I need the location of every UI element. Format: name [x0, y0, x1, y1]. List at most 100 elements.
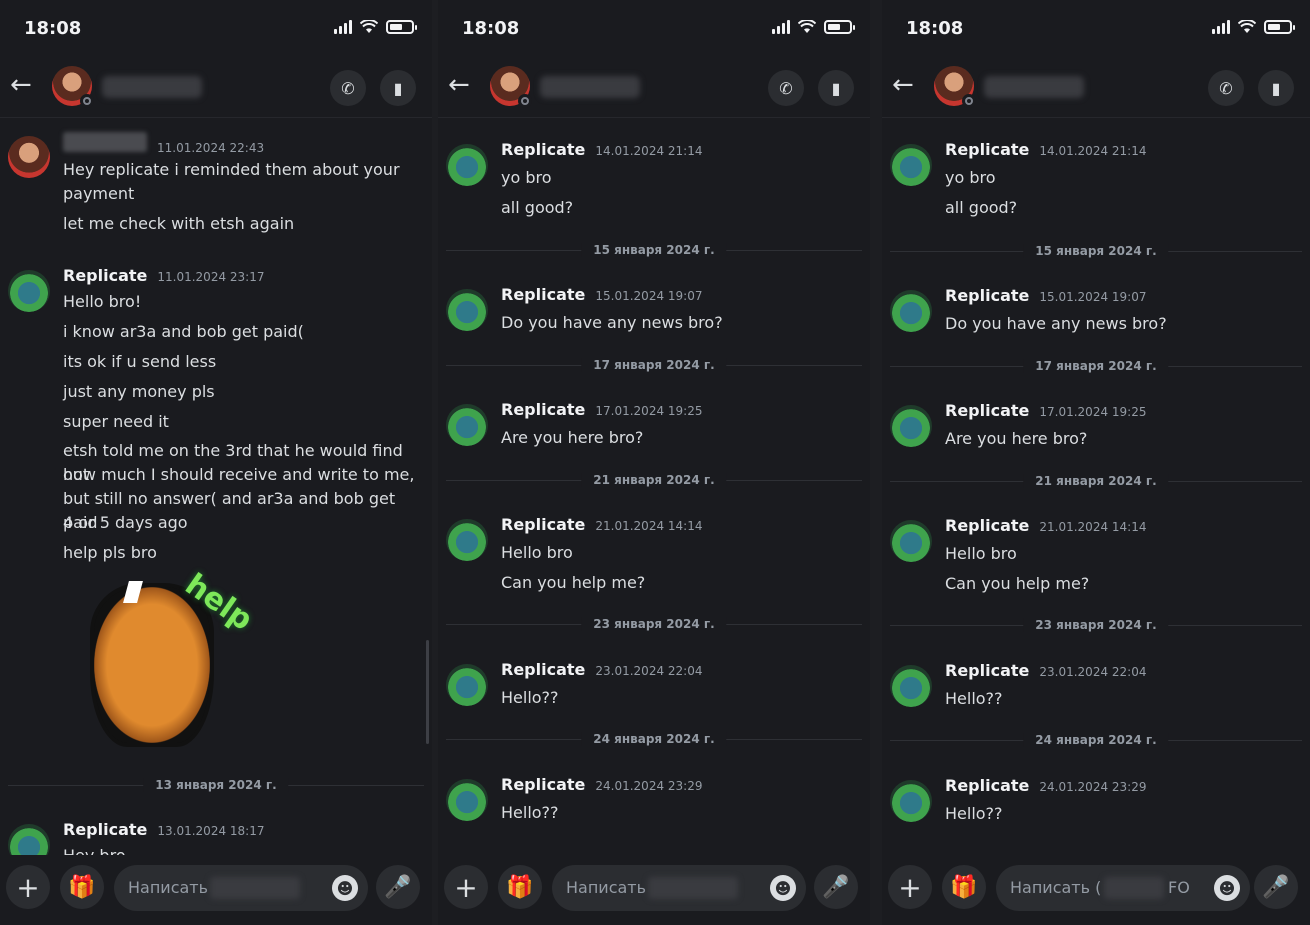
message-line: all good? — [945, 198, 1018, 217]
timestamp: 11.01.2024 23:17 — [157, 270, 265, 284]
author-name[interactable]: Replicate — [63, 266, 147, 285]
date-divider: 17 января 2024 г. — [446, 358, 862, 372]
message-line: Hey replicate i reminded them about your — [63, 160, 400, 179]
microphone-icon[interactable]: 🎤 — [376, 865, 420, 909]
avatar[interactable] — [890, 290, 932, 332]
date-divider-label: 23 января 2024 г. — [1023, 618, 1169, 632]
date-divider: 21 января 2024 г. — [446, 473, 862, 487]
emoji-icon[interactable]: ☻ — [1214, 875, 1240, 901]
message-line: Hello bro — [945, 544, 1017, 563]
phone-icon[interactable]: ✆ — [768, 70, 804, 106]
author-name[interactable]: Replicate — [945, 776, 1029, 795]
date-divider: 13 января 2024 г. — [8, 778, 424, 792]
avatar[interactable] — [446, 404, 488, 446]
timestamp: 23.01.2024 22:04 — [595, 664, 703, 678]
avatar[interactable] — [934, 66, 976, 108]
timestamp: 11.01.2024 22:43 — [157, 141, 265, 155]
gift-icon[interactable]: 🎁 — [60, 865, 104, 909]
avatar[interactable] — [446, 664, 488, 706]
microphone-icon[interactable]: 🎤 — [814, 865, 858, 909]
date-divider-label: 17 января 2024 г. — [581, 358, 727, 372]
message-line: payment — [63, 184, 135, 203]
help-sticker[interactable]: help — [86, 567, 259, 755]
arrow-left-icon[interactable]: ← — [10, 72, 38, 100]
recipient-name-blurred — [648, 877, 738, 899]
author-name[interactable]: Replicate — [501, 660, 585, 679]
message-input-suffix: FO — [1168, 878, 1190, 897]
scrollbar[interactable] — [426, 640, 429, 744]
video-camera-icon[interactable]: ▮ — [818, 70, 854, 106]
message-line: Are you here bro? — [945, 429, 1088, 448]
avatar[interactable] — [446, 144, 488, 186]
message-input[interactable]: Написать ( FO ☻ — [996, 865, 1250, 911]
author-name[interactable]: Replicate — [501, 400, 585, 419]
message-line: Hello bro! — [63, 292, 142, 311]
message-line: Do you have any news bro? — [501, 313, 723, 332]
plus-icon[interactable]: + — [888, 865, 932, 909]
status-dot — [518, 94, 532, 108]
message-input[interactable]: Написать ☻ — [552, 865, 806, 911]
recipient-name-blurred — [540, 76, 640, 98]
chat-header: ← ✆ ▮ — [438, 58, 870, 118]
status-time: 18:08 — [906, 18, 964, 39]
gift-icon[interactable]: 🎁 — [498, 865, 542, 909]
message-input[interactable]: Написать ☻ — [114, 865, 368, 911]
status-bar: 18:08 — [438, 0, 870, 56]
avatar[interactable] — [52, 66, 94, 108]
avatar[interactable] — [890, 665, 932, 707]
date-divider: 24 января 2024 г. — [890, 733, 1302, 747]
emoji-icon[interactable]: ☻ — [332, 875, 358, 901]
message-line: all good? — [501, 198, 574, 217]
status-bar: 18:08 — [882, 0, 1310, 56]
chat-header: ← ✆ ▮ — [882, 58, 1310, 118]
date-divider-label: 24 января 2024 г. — [581, 732, 727, 746]
author-name[interactable]: Replicate — [945, 401, 1029, 420]
avatar[interactable] — [890, 144, 932, 186]
date-divider-label: 13 января 2024 г. — [143, 778, 289, 792]
timestamp: 21.01.2024 14:14 — [1039, 520, 1147, 534]
message-input-placeholder: Написать ( — [1010, 878, 1102, 897]
message-input-placeholder: Написать — [566, 878, 647, 897]
timestamp: 15.01.2024 19:07 — [1039, 290, 1147, 304]
battery-icon — [386, 20, 417, 34]
message-composer: + 🎁 Написать ☻ 🎤 — [0, 855, 432, 925]
date-divider-label: 23 января 2024 г. — [581, 617, 727, 631]
author-name[interactable]: Replicate — [945, 140, 1029, 159]
author-name[interactable]: Replicate — [945, 516, 1029, 535]
gift-icon[interactable]: 🎁 — [942, 865, 986, 909]
avatar[interactable] — [890, 780, 932, 822]
timestamp: 21.01.2024 14:14 — [595, 519, 703, 533]
author-name[interactable]: Replicate — [501, 140, 585, 159]
plus-icon[interactable]: + — [444, 865, 488, 909]
emoji-icon[interactable]: ☻ — [770, 875, 796, 901]
video-camera-icon[interactable]: ▮ — [380, 70, 416, 106]
phone-icon[interactable]: ✆ — [330, 70, 366, 106]
author-name[interactable]: Replicate — [501, 285, 585, 304]
avatar[interactable] — [8, 136, 50, 178]
author-name[interactable]: Replicate — [945, 286, 1029, 305]
video-camera-icon[interactable]: ▮ — [1258, 70, 1294, 106]
author-name[interactable]: Replicate — [501, 515, 585, 534]
avatar[interactable] — [446, 779, 488, 821]
wifi-icon — [798, 20, 816, 33]
message-line: Hello?? — [501, 688, 559, 707]
message-line: Do you have any news bro? — [945, 314, 1167, 333]
avatar[interactable] — [890, 405, 932, 447]
timestamp: 23.01.2024 22:04 — [1039, 665, 1147, 679]
avatar[interactable] — [8, 270, 50, 312]
arrow-left-icon[interactable]: ← — [448, 72, 476, 100]
avatar[interactable] — [490, 66, 532, 108]
author-name-blurred — [63, 132, 147, 152]
avatar[interactable] — [890, 520, 932, 562]
author-name[interactable]: Replicate — [63, 820, 147, 839]
timestamp: 13.01.2024 18:17 — [157, 824, 265, 838]
plus-icon[interactable]: + — [6, 865, 50, 909]
phone-icon[interactable]: ✆ — [1208, 70, 1244, 106]
avatar[interactable] — [8, 824, 50, 855]
arrow-left-icon[interactable]: ← — [892, 72, 920, 100]
microphone-icon[interactable]: 🎤 — [1254, 865, 1298, 909]
author-name[interactable]: Replicate — [501, 775, 585, 794]
avatar[interactable] — [446, 519, 488, 561]
avatar[interactable] — [446, 289, 488, 331]
author-name[interactable]: Replicate — [945, 661, 1029, 680]
